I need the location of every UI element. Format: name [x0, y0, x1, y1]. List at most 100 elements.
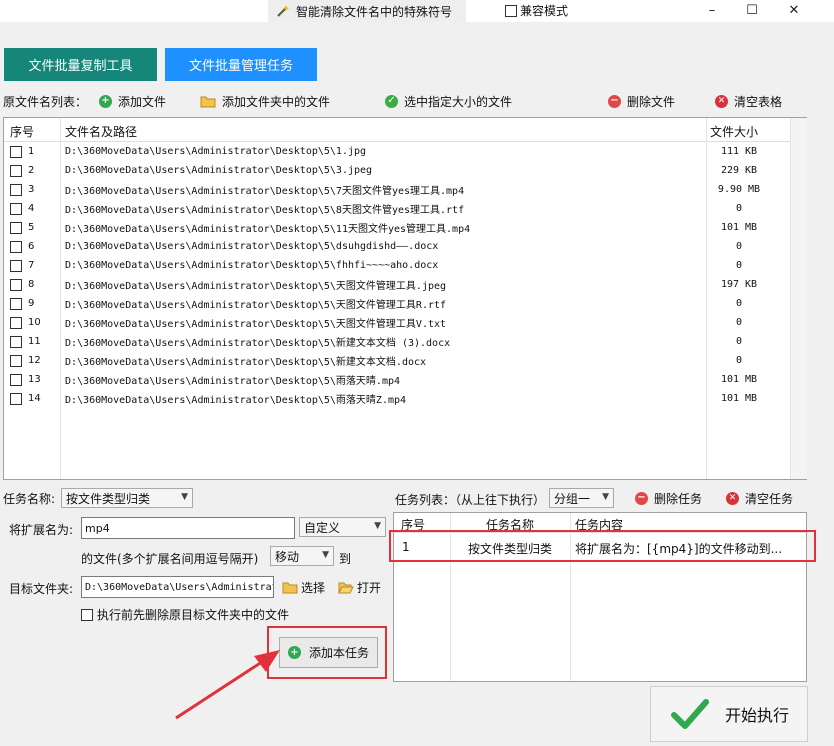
group-value: 分组一 — [554, 491, 591, 506]
group-select[interactable]: 分组一 ▼ — [549, 488, 614, 508]
header-size: 文件大小 — [710, 125, 759, 139]
compat-mode-checkbox[interactable] — [505, 4, 517, 17]
close-button[interactable]: ✕ — [777, 0, 811, 20]
row-checkbox[interactable] — [10, 202, 22, 215]
table-row[interactable]: 1 D:\360MoveData\Users\Administrator\Desk… — [4, 142, 790, 161]
start-button[interactable]: 开始执行 — [650, 686, 808, 742]
add-file-label: 添加文件 — [118, 94, 167, 109]
table-row[interactable]: 8 D:\360MoveData\Users\Administrator\Desk… — [4, 275, 790, 294]
row-no: 1 — [28, 146, 35, 157]
chevron-down-icon: ▼ — [602, 492, 609, 502]
table-row[interactable]: 11 D:\360MoveData\Users\Administrator\Des… — [4, 332, 790, 351]
row-size: 0 — [735, 355, 743, 366]
table-row[interactable]: 4 D:\360MoveData\Users\Administrator\Desk… — [4, 199, 790, 218]
table-row[interactable]: 13 D:\360MoveData\Users\Administrator\Des… — [4, 370, 790, 389]
clear-table-button[interactable]: ✕ 清空表格 — [715, 92, 782, 110]
select-by-size-button[interactable]: ✓ 选中指定大小的文件 — [385, 92, 512, 110]
file-table-header: 序号 文件名及路径 文件大小 — [4, 118, 806, 142]
row-path: D:\360MoveData\Users\Administrator\Deskt… — [65, 186, 465, 197]
compat-mode-toggle[interactable]: 兼容模式 — [505, 2, 568, 19]
maximize-button[interactable]: ☐ — [735, 0, 769, 20]
add-folder-files-button[interactable]: 添加文件夹中的文件 — [200, 92, 330, 110]
row-path: D:\360MoveData\Users\Administrator\Deskt… — [65, 300, 447, 311]
ext-label: 将扩展名为: — [9, 523, 74, 537]
clear-task-button[interactable]: ✕ 清空任务 — [726, 489, 793, 507]
row-checkbox[interactable] — [10, 335, 22, 348]
open-folder-icon — [338, 582, 354, 593]
row-checkbox[interactable] — [10, 259, 22, 272]
row-checkbox[interactable] — [10, 373, 22, 386]
x-icon: ✕ — [715, 94, 728, 108]
to-label: 到 — [339, 552, 352, 566]
table-row[interactable]: 10 D:\360MoveData\Users\Administrator\Des… — [4, 313, 790, 332]
table-row[interactable]: 14 D:\360MoveData\Users\Administrator\Des… — [4, 389, 790, 408]
delete-task-button[interactable]: − 删除任务 — [635, 489, 702, 507]
row-checkbox[interactable] — [10, 240, 22, 253]
row-no: 10 — [28, 317, 41, 328]
folder-icon — [282, 582, 298, 593]
row-path: D:\360MoveData\Users\Administrator\Deskt… — [65, 241, 439, 252]
row-path: D:\360MoveData\Users\Administrator\Deskt… — [65, 395, 407, 406]
row-size: 101 MB — [720, 393, 758, 404]
row-checkbox[interactable] — [10, 354, 22, 367]
tab-file-manage-task[interactable]: 文件批量管理任务 — [165, 48, 317, 81]
row-size: 197 KB — [720, 279, 758, 290]
row-no: 13 — [28, 374, 41, 385]
delete-file-button[interactable]: − 删除文件 — [608, 92, 675, 110]
open-folder-button[interactable]: 打开 — [338, 578, 381, 596]
row-path: D:\360MoveData\Users\Administrator\Deskt… — [65, 205, 465, 216]
file-table[interactable]: 序号 文件名及路径 文件大小 1 D:\360MoveData\Users\Adm… — [3, 117, 807, 480]
ext-input[interactable]: mp4 — [81, 517, 295, 539]
ext-preset-select[interactable]: 自定义 ▼ — [299, 517, 386, 537]
row-no: 5 — [28, 222, 35, 233]
row-checkbox[interactable] — [10, 297, 22, 310]
row-no: 11 — [28, 336, 41, 347]
row-size: 0 — [735, 317, 743, 328]
row-no: 4 — [28, 203, 35, 214]
table-row[interactable]: 5 D:\360MoveData\Users\Administrator\Desk… — [4, 218, 790, 237]
row-size: 0 — [735, 241, 743, 252]
choose-label: 选择 — [301, 580, 326, 595]
row-no: 3 — [28, 184, 35, 195]
wand-icon — [277, 5, 290, 17]
start-button-label: 开始执行 — [725, 706, 790, 725]
pre-delete-option[interactable]: 执行前先删除原目标文件夹中的文件 — [81, 606, 289, 623]
row-checkbox[interactable] — [10, 183, 22, 196]
row-path: D:\360MoveData\Users\Administrator\Deskt… — [65, 224, 471, 235]
row-checkbox[interactable] — [10, 392, 22, 405]
x-icon: ✕ — [726, 491, 739, 505]
table-row[interactable]: 2 D:\360MoveData\Users\Administrator\Desk… — [4, 161, 790, 180]
task-name-select[interactable]: 按文件类型归类 ▼ — [61, 488, 193, 508]
tab-file-copy-tool[interactable]: 文件批量复制工具 — [4, 48, 157, 81]
target-folder-input[interactable]: D:\360MoveData\Users\Administrator — [81, 576, 274, 598]
arrow-annotation — [175, 650, 280, 720]
table-row[interactable]: 3 D:\360MoveData\Users\Administrator\Desk… — [4, 180, 790, 199]
row-path: D:\360MoveData\Users\Administrator\Deskt… — [65, 260, 439, 271]
table-row[interactable]: 12 D:\360MoveData\Users\Administrator\Des… — [4, 351, 790, 370]
header-no: 序号 — [10, 125, 35, 139]
minimize-button[interactable]: – — [695, 0, 729, 20]
add-file-button[interactable]: + 添加文件 — [99, 92, 166, 110]
row-no: 2 — [28, 165, 35, 176]
row-checkbox[interactable] — [10, 145, 22, 158]
checkmark-icon — [671, 699, 709, 729]
vertical-scrollbar[interactable] — [790, 118, 807, 479]
pre-delete-checkbox[interactable] — [81, 608, 93, 621]
choose-folder-button[interactable]: 选择 — [282, 578, 325, 596]
action-select[interactable]: 移动 ▼ — [270, 546, 334, 566]
table-row[interactable]: 9 D:\360MoveData\Users\Administrator\Desk… — [4, 294, 790, 313]
row-checkbox[interactable] — [10, 278, 22, 291]
row-checkbox[interactable] — [10, 221, 22, 234]
table-row[interactable]: 6 D:\360MoveData\Users\Administrator\Desk… — [4, 237, 790, 256]
action-value: 移动 — [275, 549, 300, 564]
row-size: 229 KB — [720, 165, 758, 176]
task-name-label: 任务名称: — [3, 492, 56, 506]
row-no: 9 — [28, 298, 35, 309]
row-checkbox[interactable] — [10, 316, 22, 329]
row-checkbox[interactable] — [10, 164, 22, 177]
plus-icon: + — [99, 94, 112, 108]
add-task-button[interactable]: + 添加本任务 — [279, 637, 378, 668]
target-folder-label: 目标文件夹: — [9, 582, 74, 596]
table-row[interactable]: 7 D:\360MoveData\Users\Administrator\Desk… — [4, 256, 790, 275]
ext-hint: 的文件(多个扩展名间用逗号隔开) — [81, 552, 259, 566]
